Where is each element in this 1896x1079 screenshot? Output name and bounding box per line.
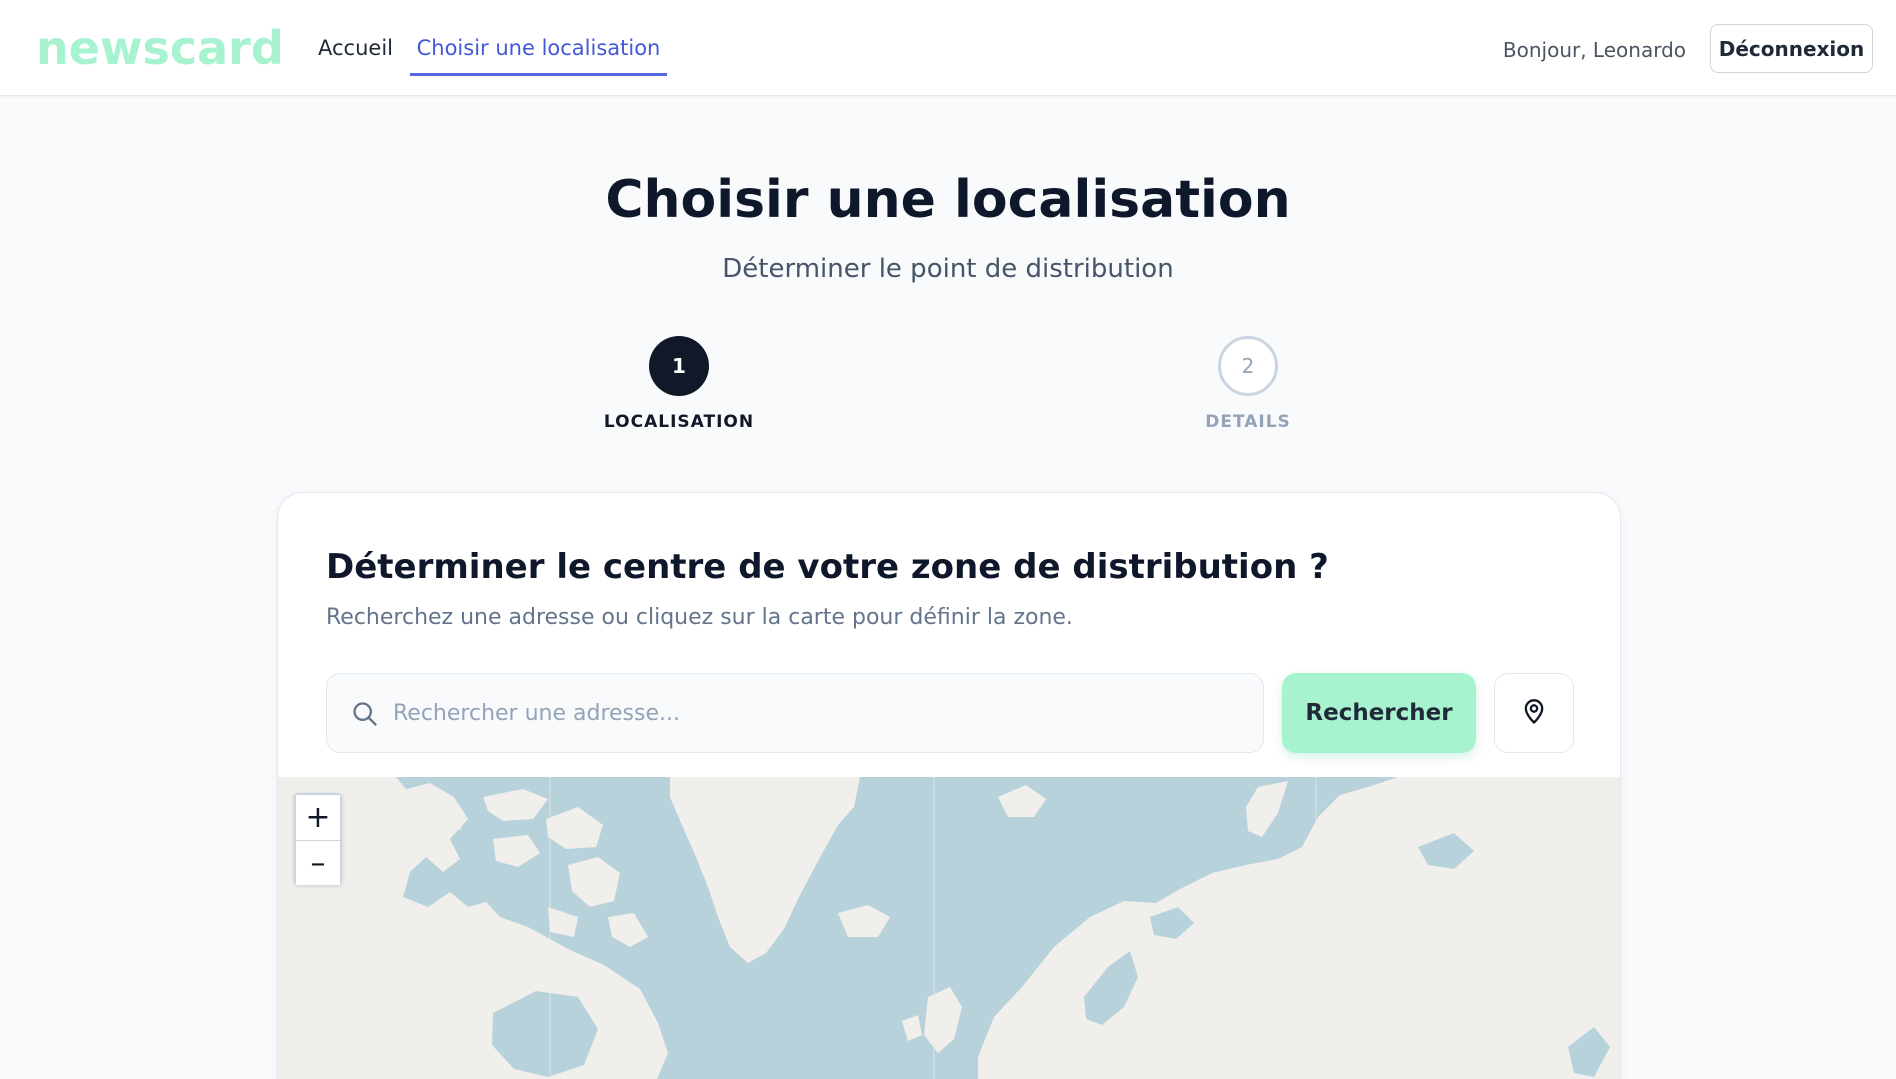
step-2-circle: 2 <box>1218 336 1278 396</box>
step-localisation: 1 LOCALISATION <box>579 336 779 432</box>
address-search-box[interactable] <box>326 673 1264 753</box>
newscard-logo[interactable]: newscard <box>36 20 284 76</box>
address-search-input[interactable] <box>393 674 1253 752</box>
page-title: Choisir une localisation <box>605 170 1291 230</box>
step-details: 2 DETAILS <box>1148 336 1348 432</box>
map-pin-icon <box>1520 698 1548 729</box>
search-icon <box>351 700 379 728</box>
zoom-out-button[interactable]: – <box>296 840 340 885</box>
step-2-label: DETAILS <box>1205 412 1291 432</box>
nav-choisir-localisation[interactable]: Choisir une localisation <box>410 14 667 76</box>
map-canvas[interactable]: + – <box>278 777 1620 1079</box>
location-card: Déterminer le centre de votre zone de di… <box>277 492 1621 1079</box>
world-map <box>278 777 1620 1079</box>
top-navbar: newscard Accueil Choisir une localisatio… <box>0 0 1896 96</box>
search-button[interactable]: Rechercher <box>1282 673 1476 753</box>
nav-accueil[interactable]: Accueil <box>318 34 393 62</box>
page-subtitle: Déterminer le point de distribution <box>722 254 1174 284</box>
card-description: Recherchez une adresse ou cliquez sur la… <box>326 605 1073 630</box>
user-greeting: Bonjour, Leonardo <box>1502 38 1686 62</box>
zoom-in-button[interactable]: + <box>296 795 340 840</box>
logout-button[interactable]: Déconnexion <box>1710 24 1873 73</box>
locate-button[interactable] <box>1494 673 1574 753</box>
card-title: Déterminer le centre de votre zone de di… <box>326 547 1329 587</box>
step-1-circle: 1 <box>649 336 709 396</box>
step-1-label: LOCALISATION <box>603 412 755 432</box>
page: newscard Accueil Choisir une localisatio… <box>0 0 1896 1079</box>
zoom-controls: + – <box>294 793 342 885</box>
